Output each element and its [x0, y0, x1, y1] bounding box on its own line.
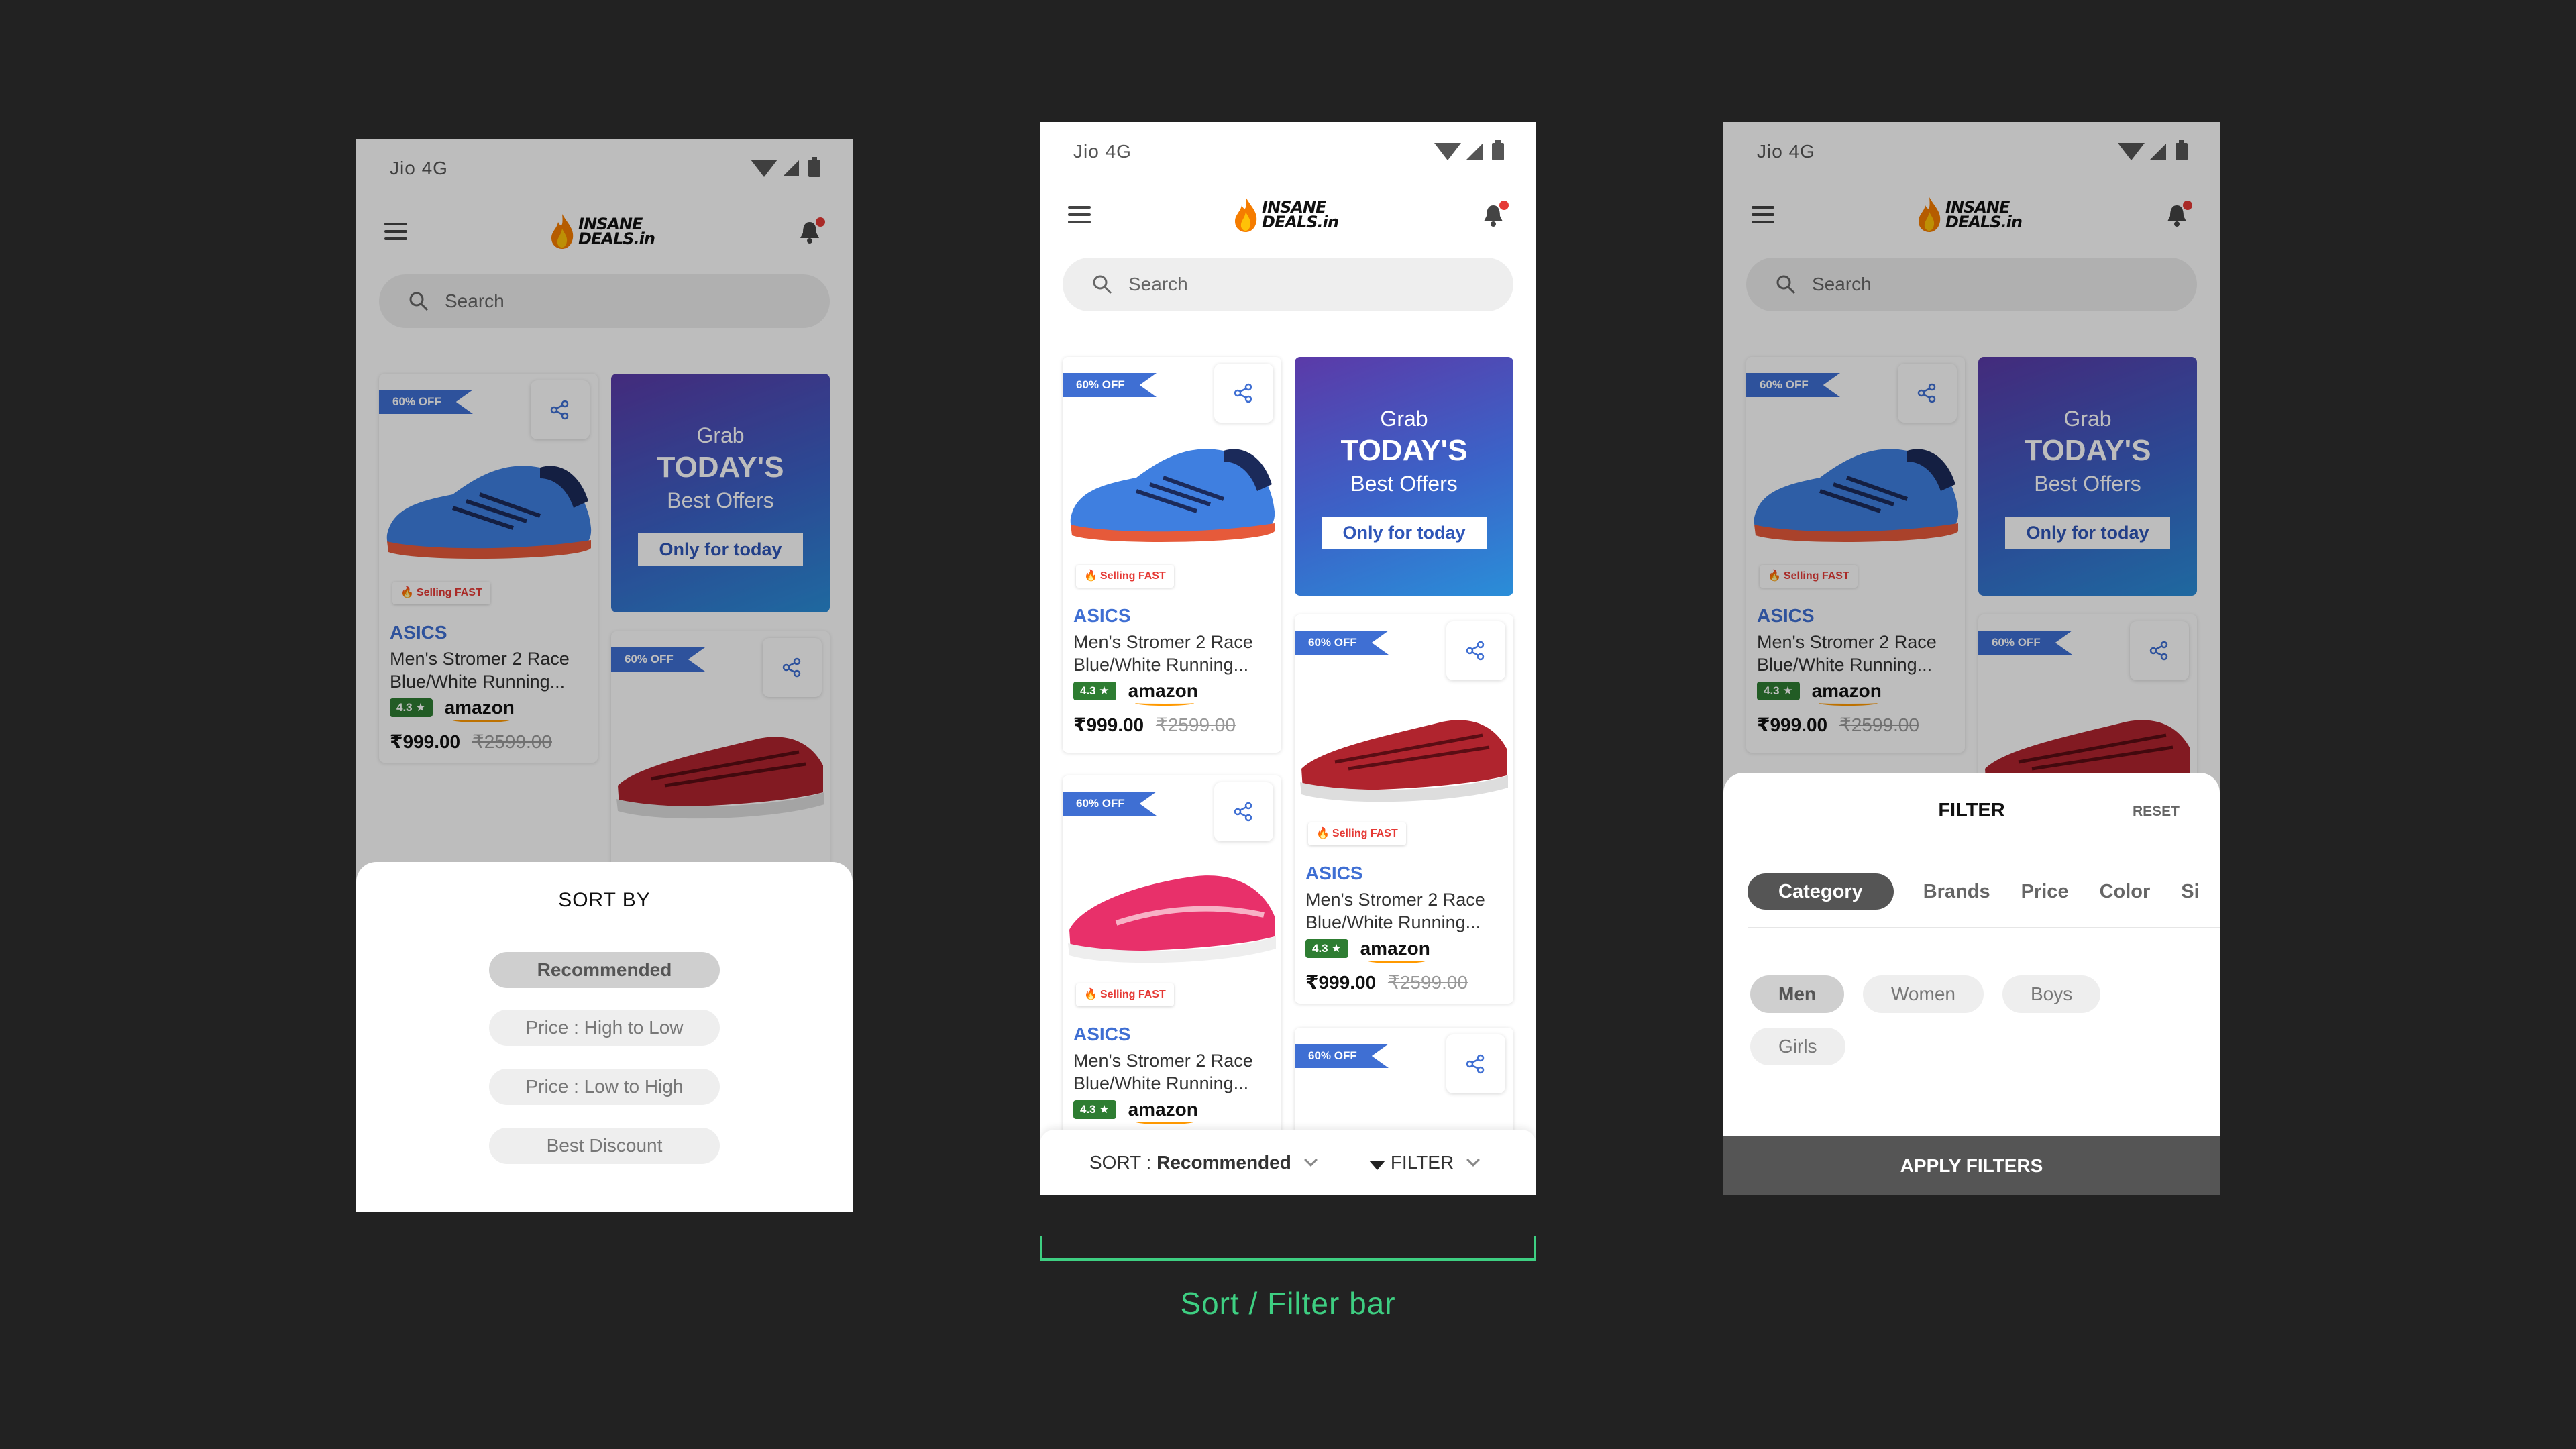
share-icon — [1466, 1054, 1485, 1074]
sort-option-price-high-low[interactable]: Price : High to Low — [489, 1010, 720, 1046]
phone-filter-screen: Jio 4G INSANEDEALS.in Search 60% OFF Sel… — [1723, 122, 2220, 1195]
selling-fast-badge: Selling FAST — [1076, 565, 1174, 588]
store-logo: amazon — [1128, 1099, 1198, 1124]
product-brand: ASICS — [1073, 1024, 1131, 1044]
share-icon — [1466, 641, 1485, 661]
chip-girls[interactable]: Girls — [1750, 1028, 1845, 1065]
share-button[interactable] — [1446, 1034, 1505, 1093]
product-title: Men's Stromer 2 Race Blue/White Running..… — [1305, 890, 1485, 932]
product-image — [1300, 720, 1508, 802]
caption-label: Sort / Filter bar — [1180, 1286, 1396, 1321]
selling-fast-badge: Selling FAST — [1076, 983, 1174, 1006]
filter-sheet: FILTER RESET Category Brands Price Color… — [1723, 773, 2220, 1195]
tab-category[interactable]: Category — [1748, 873, 1894, 910]
tab-size[interactable]: Si — [2181, 881, 2199, 903]
app-logo[interactable]: INSANE DEALS.in — [1232, 196, 1339, 233]
signal-icon — [1466, 144, 1483, 160]
store-logo: amazon — [1128, 680, 1198, 706]
tab-color[interactable]: Color — [2100, 881, 2151, 903]
filter-icon — [1368, 1161, 1385, 1170]
chevron-down-icon — [1303, 1153, 1318, 1167]
sort-option-best-discount[interactable]: Best Discount — [489, 1128, 720, 1164]
product-grid: 60% OFF Selling FAST ASICS Men's Stromer… — [1063, 357, 1513, 1195]
battery-icon — [1492, 140, 1504, 160]
flame-icon — [1235, 197, 1257, 232]
rating-badge: 4.3 ★ — [1073, 1100, 1116, 1119]
discount-ribbon: 60% OFF — [1295, 1044, 1389, 1068]
share-button[interactable] — [1446, 621, 1505, 680]
tab-brands[interactable]: Brands — [1923, 881, 1990, 903]
sort-option-price-low-high[interactable]: Price : Low to High — [489, 1069, 720, 1105]
filter-control[interactable]: FILTER — [1368, 1152, 1481, 1173]
phone-listing-screen: Jio 4G INSANEDEALS.in Search 60% OFF Sel… — [1040, 122, 1536, 1195]
product-card[interactable]: 60% OFF Selling FAST ASICS Men's Stromer… — [1063, 357, 1281, 753]
sort-control[interactable]: SORT : Recommended — [1089, 1152, 1318, 1173]
share-icon — [1234, 383, 1252, 403]
chevron-down-icon — [1466, 1153, 1481, 1167]
reset-button[interactable]: RESET — [2133, 804, 2180, 820]
chip-men[interactable]: Men — [1750, 975, 1844, 1013]
status-bar: Jio 4G — [1040, 122, 1536, 181]
filter-tabs: Category Brands Price Color Si — [1748, 872, 2220, 928]
wifi-icon — [1434, 143, 1461, 160]
product-image — [1070, 449, 1275, 543]
app-bar: INSANE DEALS.in — [1040, 181, 1536, 248]
product-mrp: ₹2599.00 — [1155, 714, 1236, 735]
product-mrp: ₹2599.00 — [1387, 972, 1468, 993]
product-title: Men's Stromer 2 Race Blue/White Running..… — [1073, 632, 1253, 675]
share-button[interactable] — [1214, 782, 1273, 841]
rating-badge: 4.3 ★ — [1305, 939, 1348, 958]
store-logo: amazon — [1360, 938, 1430, 963]
search-placeholder: Search — [1128, 274, 1188, 294]
bracket-marker — [1040, 1236, 1536, 1261]
category-chips: Men Women Boys Girls — [1750, 975, 2153, 1065]
sort-sheet-title: SORT BY — [558, 889, 651, 911]
product-price: ₹999.00 — [1073, 714, 1144, 735]
product-brand: ASICS — [1073, 605, 1131, 626]
rating-badge: 4.3 ★ — [1073, 682, 1116, 700]
share-icon — [1234, 802, 1252, 822]
share-button[interactable] — [1214, 364, 1273, 423]
search-bar[interactable]: Search — [1063, 258, 1513, 311]
product-brand: ASICS — [1305, 863, 1363, 883]
sort-filter-bar: SORT : Recommended FILTER — [1040, 1130, 1536, 1195]
product-price: ₹999.00 — [1305, 972, 1377, 993]
carrier-label: Jio 4G — [1073, 141, 1132, 162]
sort-option-recommended[interactable]: Recommended — [489, 952, 720, 988]
selling-fast-badge: Selling FAST — [1308, 822, 1406, 845]
discount-ribbon: 60% OFF — [1063, 792, 1157, 816]
tab-price[interactable]: Price — [2021, 881, 2069, 903]
apply-filters-button[interactable]: APPLY FILTERS — [1723, 1136, 2220, 1195]
product-card[interactable]: 60% OFF Selling FAST ASICS Men's Stromer… — [1063, 775, 1281, 1171]
promo-banner[interactable]: Grab TODAY'S Best Offers Only for today — [1295, 357, 1513, 596]
product-image — [1068, 875, 1276, 963]
discount-ribbon: 60% OFF — [1295, 631, 1389, 655]
product-card[interactable]: 60% OFF Selling FAST ASICS Men's Stromer… — [1295, 614, 1513, 1004]
sort-sheet: SORT BY Recommended Price : High to Low … — [356, 862, 853, 1212]
chip-women[interactable]: Women — [1863, 975, 1984, 1013]
promo-button[interactable]: Only for today — [1322, 517, 1487, 549]
search-icon — [1093, 275, 1112, 294]
discount-ribbon: 60% OFF — [1063, 373, 1157, 397]
menu-icon[interactable] — [1068, 206, 1091, 223]
chip-boys[interactable]: Boys — [2002, 975, 2101, 1013]
product-title: Men's Stromer 2 Race Blue/White Running..… — [1073, 1051, 1253, 1093]
phone-sort-screen: Jio 4G INSANEDEALS.in Search 60% OFF Sel… — [356, 139, 853, 1212]
notification-bell-icon[interactable] — [1480, 200, 1509, 229]
